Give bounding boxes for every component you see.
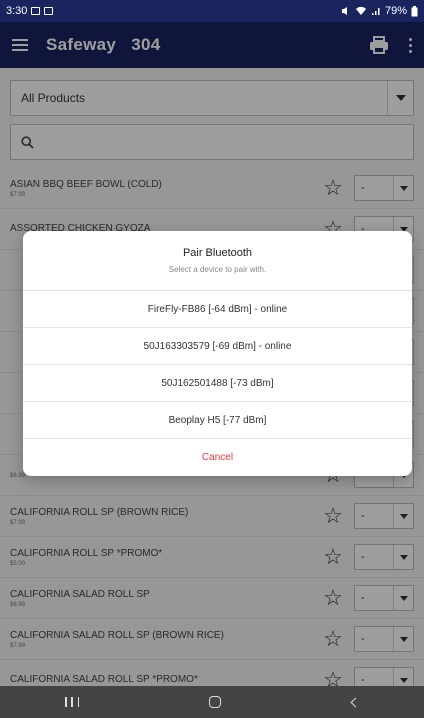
cancel-button[interactable]: Cancel: [23, 439, 412, 476]
battery-percent: 79%: [384, 5, 407, 17]
home-icon[interactable]: [209, 696, 222, 708]
wifi-icon: [355, 6, 366, 16]
pair-bluetooth-dialog: Pair Bluetooth Select a device to pair w…: [23, 231, 412, 476]
mute-icon: [341, 7, 347, 15]
device-item-50j163303579[interactable]: 50J163303579 [-69 dBm] - online: [23, 328, 412, 365]
device-item-beoplay[interactable]: Beoplay H5 [-77 dBm]: [23, 402, 412, 439]
dialog-subtitle: Select a device to pair with.: [168, 265, 267, 274]
dialog-title: Pair Bluetooth: [182, 247, 253, 259]
status-time: 3:30: [6, 5, 28, 17]
system-nav-bar: [0, 686, 424, 718]
back-icon[interactable]: [350, 697, 361, 707]
device-item-firefly[interactable]: FireFly-FB86 [-64 dBm] - online: [23, 291, 412, 328]
signal-icon: [371, 8, 380, 15]
battery-icon: [411, 5, 418, 16]
recent-apps-icon[interactable]: [65, 697, 80, 707]
status-bar: 3:30 79%: [0, 0, 424, 22]
gallery-notification-icon: [31, 7, 41, 15]
message-notification-icon: [44, 7, 54, 15]
device-item-50j162501488[interactable]: 50J162501488 [-73 dBm]: [23, 365, 412, 402]
